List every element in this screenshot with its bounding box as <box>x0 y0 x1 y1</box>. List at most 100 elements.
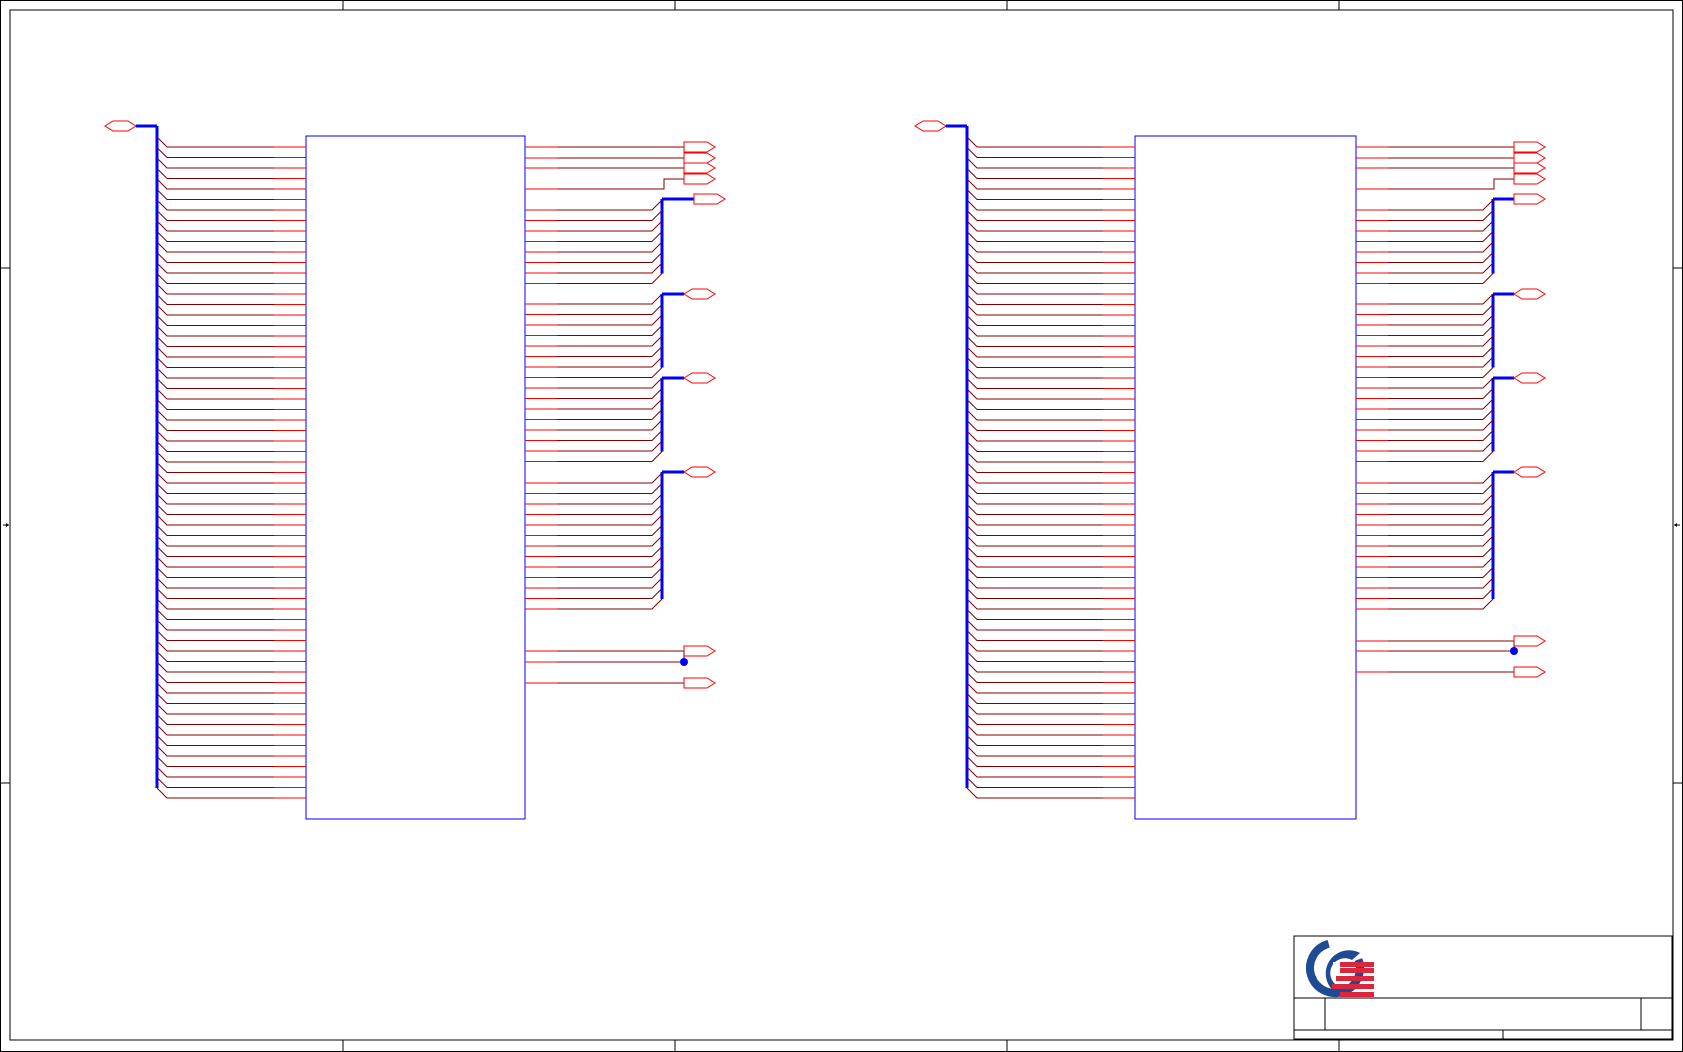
net-wire <box>966 378 1103 389</box>
bidir-port <box>683 372 716 384</box>
net-wire <box>966 315 1103 326</box>
component-body <box>1134 135 1357 820</box>
net-wire <box>1388 367 1494 378</box>
net-wire <box>557 220 663 232</box>
net-wire <box>1388 325 1494 336</box>
bidir-port <box>1513 466 1546 478</box>
net-wire <box>966 210 1103 221</box>
net-wire <box>156 619 274 631</box>
net-wire <box>966 756 1103 767</box>
net-wire <box>557 231 663 242</box>
bidir-port <box>1513 288 1546 300</box>
net-wire <box>156 703 274 715</box>
net-wire <box>1388 346 1494 357</box>
net-wire <box>557 430 663 441</box>
net-wire <box>557 409 663 420</box>
net-wire <box>557 577 663 589</box>
net-wire <box>156 336 274 347</box>
net-wire <box>156 231 274 242</box>
output-port <box>1513 141 1546 153</box>
net-wire <box>557 514 663 526</box>
net-wire <box>966 136 1103 148</box>
net-wire <box>557 388 663 399</box>
net-wire <box>966 703 1103 715</box>
net-wire <box>966 252 1103 263</box>
net-wire <box>557 262 663 274</box>
net-wire <box>557 252 663 263</box>
net-wire <box>966 451 1103 463</box>
net-wire <box>1388 377 1494 389</box>
net-wire <box>557 356 663 368</box>
net-wire <box>557 293 663 305</box>
net-wire <box>557 535 663 547</box>
net-wire <box>1388 304 1494 315</box>
net-wire <box>557 199 663 211</box>
net-wire <box>557 304 663 315</box>
net-wire <box>1388 472 1494 484</box>
net-wire <box>1388 210 1494 221</box>
net-wire <box>156 682 274 694</box>
net-wire <box>966 556 1103 568</box>
net-wire <box>156 210 274 221</box>
output-port <box>683 162 716 174</box>
logo-stripe <box>1332 984 1374 989</box>
net-wire <box>966 304 1103 316</box>
output-port <box>1513 173 1546 185</box>
net-wire <box>156 262 274 274</box>
net-wire <box>966 693 1103 704</box>
net-wire <box>557 335 663 347</box>
net-wire <box>156 189 274 200</box>
net-wire <box>156 420 274 431</box>
net-wire <box>1388 398 1494 410</box>
net-wire <box>557 273 663 284</box>
net-wire <box>966 640 1103 652</box>
net-wire <box>966 273 1103 284</box>
net-wire <box>966 241 1103 253</box>
net-wire <box>156 409 274 421</box>
net-wire <box>1388 419 1494 431</box>
net-wire <box>156 304 274 316</box>
net-wire <box>1388 273 1494 284</box>
net-wire <box>966 672 1103 683</box>
net-wire <box>1388 409 1494 420</box>
memory-chip-left[interactable] <box>104 120 726 820</box>
net-wire <box>1388 231 1494 242</box>
net-wire <box>966 567 1103 578</box>
net-wire <box>1388 314 1494 326</box>
net-wire <box>156 588 274 599</box>
net-wire <box>156 483 274 494</box>
net-wire <box>1388 535 1494 547</box>
net-wire <box>1388 577 1494 589</box>
junction-dot <box>680 658 688 666</box>
net-wire <box>966 168 1103 179</box>
logo-stripe <box>1340 992 1374 997</box>
net-wire <box>966 262 1103 274</box>
output-port <box>693 193 726 205</box>
net-wire <box>1388 220 1494 232</box>
net-wire <box>557 493 663 505</box>
logo-stripe <box>1340 962 1374 967</box>
net-wire <box>1388 567 1494 578</box>
net-wire <box>156 220 274 232</box>
net-wire <box>966 430 1103 442</box>
net-wire <box>557 525 663 536</box>
net-wire <box>1388 451 1494 462</box>
center-arrow <box>6 523 9 527</box>
net-wire <box>966 189 1103 200</box>
net-wire <box>966 220 1103 232</box>
net-wire <box>156 241 274 253</box>
output-port <box>1513 152 1546 164</box>
net-wire <box>966 325 1103 337</box>
net-wire <box>156 493 274 505</box>
memory-chip-right[interactable] <box>914 120 1546 820</box>
net-wire <box>966 472 1103 484</box>
net-wire <box>156 472 274 484</box>
net-wire <box>156 462 274 473</box>
net-wire <box>966 588 1103 599</box>
net-wire <box>156 283 274 295</box>
net-wire <box>156 651 274 662</box>
net-wire <box>156 252 274 263</box>
logo-stripe <box>1340 968 1374 973</box>
output-port <box>683 645 716 657</box>
output-port <box>1513 666 1546 678</box>
